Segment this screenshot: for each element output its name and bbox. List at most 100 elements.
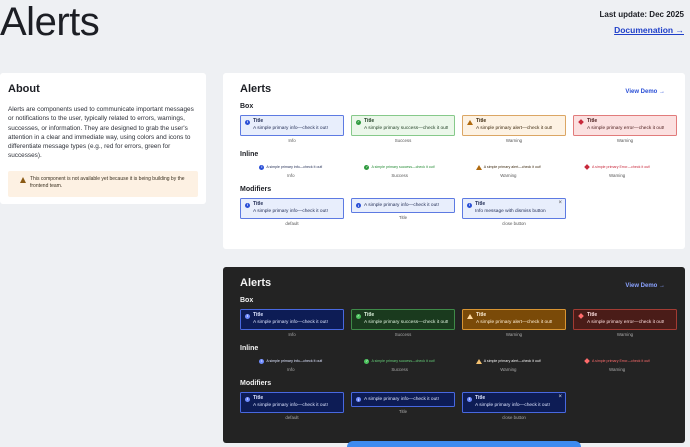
alert-message: A simple primary Error—check it out! bbox=[591, 165, 651, 169]
caption: Success bbox=[394, 332, 412, 337]
error-diamond-icon bbox=[578, 119, 584, 125]
alert-message: A simple primary error—check it out! bbox=[587, 126, 665, 131]
caption: close button bbox=[502, 415, 526, 420]
alert-modifier-dismissable: i Title Info message with dismiss button × bbox=[462, 198, 566, 219]
alert-inline-info: iA simple primary info—check it out! bbox=[259, 163, 322, 171]
page-title: Alerts bbox=[0, 0, 100, 44]
info-icon: i bbox=[245, 202, 250, 208]
alert-inline-error: A simple primary Error—check it out! bbox=[584, 357, 650, 365]
about-title: About bbox=[8, 83, 40, 95]
warning-triangle-icon bbox=[20, 176, 26, 183]
alerts-panel-light: Alerts View Demo → Box i Title A simple pr… bbox=[223, 73, 685, 249]
warning-triangle-icon bbox=[475, 164, 482, 170]
alert-message: A simple primary info—check it out! bbox=[253, 209, 328, 214]
caption: Title bbox=[398, 409, 408, 414]
alert-modifier-default: i Title A simple primary info—check it out… bbox=[240, 198, 344, 219]
alert-message: A simple primary info—check it out! bbox=[253, 403, 328, 408]
caption: Info bbox=[288, 138, 296, 143]
last-update: Last update: Dec 2025 bbox=[599, 10, 684, 19]
alert-title: Title bbox=[587, 118, 598, 124]
caption: Warning bbox=[609, 367, 626, 372]
caption: Success bbox=[391, 367, 408, 372]
alert-title: Title bbox=[253, 395, 264, 401]
alert-box-info: i Title A simple primary info—check it out… bbox=[240, 115, 344, 136]
alert-message: A simple primary info—check it out! bbox=[253, 126, 328, 131]
alert-message: A simple primary info—check it out! bbox=[266, 165, 323, 169]
alert-box-warning: Title A simple primary alert—check it out… bbox=[462, 115, 566, 136]
check-circle-icon: ✓ bbox=[364, 164, 370, 170]
alert-message: A simple primary success—check it out! bbox=[364, 126, 449, 131]
floating-action-bar[interactable] bbox=[347, 441, 581, 447]
alert-box-warning: Title A simple primary alert—check it out… bbox=[462, 309, 566, 330]
close-icon[interactable]: × bbox=[558, 394, 562, 400]
info-icon: i bbox=[356, 397, 361, 403]
alert-message: A simple primary Error—check it out! bbox=[591, 359, 651, 363]
alert-title: Title bbox=[364, 118, 375, 124]
alert-title: Title bbox=[253, 312, 264, 318]
caption: Info bbox=[288, 332, 296, 337]
about-card: About Alerts are components used to comm… bbox=[0, 73, 206, 204]
caption: close button bbox=[502, 221, 526, 226]
alert-message: A simple primary success—check it out! bbox=[371, 359, 435, 363]
alert-inline-info: iA simple primary info—check it out! bbox=[259, 357, 322, 365]
caption: Warning bbox=[505, 138, 523, 143]
alert-inline-error: A simple primary Error—check it out! bbox=[584, 163, 650, 171]
warning-triangle-icon bbox=[467, 313, 473, 319]
warning-triangle-icon bbox=[467, 119, 473, 125]
check-circle-icon: ✓ bbox=[356, 313, 361, 319]
alert-title: Title bbox=[475, 395, 486, 401]
caption: Warning bbox=[500, 173, 517, 178]
view-demo-link[interactable]: View Demo → bbox=[625, 89, 665, 95]
close-icon[interactable]: × bbox=[558, 200, 562, 206]
caption: Warning bbox=[505, 332, 523, 337]
alert-modifier-no-title: iA simple primary info—check it out! bbox=[351, 198, 455, 213]
alert-message: A simple primary info—check it out! bbox=[253, 320, 328, 325]
caption: Info bbox=[287, 173, 295, 178]
caption: Info bbox=[287, 367, 295, 372]
info-icon: i bbox=[245, 313, 250, 319]
alert-modifier-no-title: iA simple primary info—check it out! bbox=[351, 392, 455, 407]
view-demo-link[interactable]: View Demo → bbox=[625, 283, 665, 289]
alert-box-success: ✓ Title A simple primary success—check it … bbox=[351, 309, 455, 330]
alert-title: Title bbox=[475, 201, 486, 207]
availability-warning-text: This component is not available yet beca… bbox=[30, 175, 185, 190]
alert-title: Title bbox=[476, 118, 487, 124]
section-inline: Inline bbox=[240, 345, 259, 352]
alert-message: A simple primary alert—check it out! bbox=[483, 359, 542, 363]
alert-title: Title bbox=[253, 201, 264, 207]
alert-box-info: i Title A simple primary info—check it out… bbox=[240, 309, 344, 330]
section-modifiers: Modifiers bbox=[240, 186, 272, 193]
check-circle-icon: ✓ bbox=[364, 358, 370, 364]
caption: Title bbox=[398, 215, 408, 220]
info-icon: i bbox=[245, 119, 250, 125]
documentation-link[interactable]: Documenation → bbox=[614, 25, 684, 35]
error-diamond-icon bbox=[578, 313, 584, 319]
caption: Warning bbox=[616, 332, 634, 337]
alert-inline-success: ✓ A simple primary success—check it out! bbox=[364, 357, 435, 365]
alert-box-error: Title A simple primary error—check it out… bbox=[573, 309, 677, 330]
panel-title: Alerts bbox=[240, 83, 272, 95]
about-description: Alerts are components used to communicat… bbox=[8, 106, 194, 160]
alert-inline-warning: A simple primary alert—check it out! bbox=[475, 357, 542, 365]
info-icon: i bbox=[356, 203, 361, 209]
alert-message: A simple primary info—check it out! bbox=[364, 396, 439, 402]
alert-message: A simple primary alert—check it out! bbox=[483, 165, 542, 169]
caption: default bbox=[285, 221, 299, 226]
section-inline: Inline bbox=[240, 151, 259, 158]
section-box: Box bbox=[240, 103, 254, 110]
warning-triangle-icon bbox=[475, 358, 482, 364]
section-box: Box bbox=[240, 297, 254, 304]
alert-message: A simple primary success—check it out! bbox=[371, 165, 435, 169]
info-icon: i bbox=[245, 396, 250, 402]
check-circle-icon: ✓ bbox=[356, 119, 361, 125]
alert-message: A simple primary info—check it out! bbox=[364, 202, 439, 208]
info-icon: i bbox=[259, 358, 265, 364]
alert-title: Title bbox=[587, 312, 598, 318]
info-icon: i bbox=[259, 164, 265, 170]
info-icon: i bbox=[467, 396, 472, 402]
availability-warning: This component is not available yet beca… bbox=[8, 170, 198, 197]
alert-message: A simple primary error—check it out! bbox=[587, 320, 665, 325]
alert-message: A simple primary alert—check it out! bbox=[476, 320, 553, 325]
caption: Success bbox=[394, 138, 412, 143]
alert-message: Info message with dismiss button bbox=[475, 209, 546, 214]
